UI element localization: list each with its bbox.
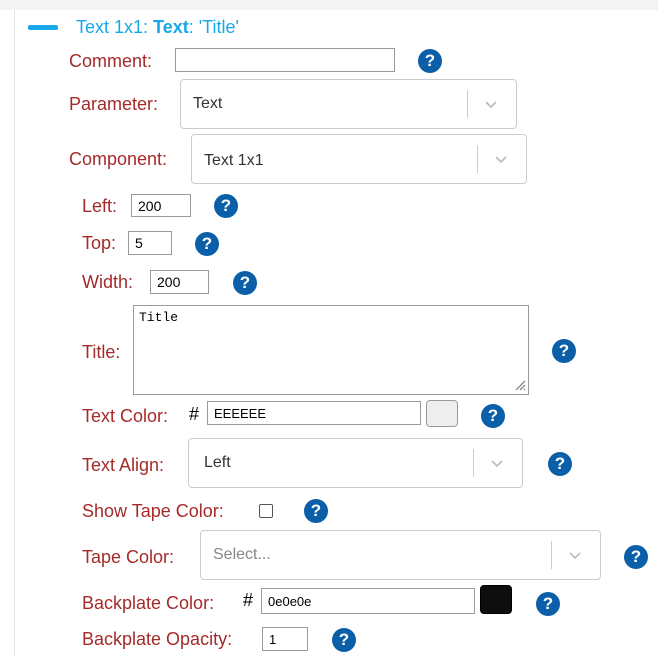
title-label: Title: xyxy=(82,342,121,362)
left-help-icon[interactable]: ? xyxy=(214,194,238,218)
text-color-swatch[interactable] xyxy=(426,400,458,427)
select-separator xyxy=(467,90,468,118)
title-textarea[interactable]: Title xyxy=(133,305,529,395)
top-help-icon[interactable]: ? xyxy=(195,232,219,256)
text-align-value: Left xyxy=(204,454,231,471)
tape-color-placeholder: Select... xyxy=(213,546,271,563)
parameter-label: Parameter: xyxy=(69,94,159,114)
show-tape-color-label: Show Tape Color: xyxy=(82,501,224,521)
tape-color-select[interactable]: Select... xyxy=(200,530,601,580)
backplate-color-label: Backplate Color: xyxy=(82,593,215,613)
tape-color-help-icon[interactable]: ? xyxy=(624,545,648,569)
top-strip xyxy=(0,0,658,10)
collapse-icon[interactable] xyxy=(28,24,58,30)
comment-input[interactable] xyxy=(175,48,395,72)
text-color-label: Text Color: xyxy=(82,406,169,426)
select-separator xyxy=(473,449,474,477)
chevron-down-icon[interactable] xyxy=(489,455,505,471)
section-header[interactable]: Text 1x1: Text: 'Title' xyxy=(28,16,239,38)
backplate-opacity-help-icon[interactable]: ? xyxy=(332,628,356,652)
top-input[interactable] xyxy=(128,231,172,255)
backplate-opacity-label: Backplate Opacity: xyxy=(82,629,233,649)
component-value: Text 1x1 xyxy=(204,152,264,169)
width-input[interactable] xyxy=(150,270,209,294)
text-align-label: Text Align: xyxy=(82,455,165,475)
left-label: Left: xyxy=(82,196,118,216)
component-select[interactable]: Text 1x1 xyxy=(191,134,527,184)
comment-help-icon[interactable]: ? xyxy=(418,49,442,73)
chevron-down-icon[interactable] xyxy=(483,96,499,112)
resize-handle-icon[interactable] xyxy=(513,378,527,392)
show-tape-color-checkbox[interactable] xyxy=(259,504,273,518)
parameter-value: Text xyxy=(193,95,223,112)
text-color-hash: # xyxy=(189,404,200,424)
comment-label: Comment: xyxy=(69,51,153,71)
backplate-opacity-input[interactable] xyxy=(262,627,308,651)
tape-color-label: Tape Color: xyxy=(82,547,175,567)
show-tape-color-help-icon[interactable]: ? xyxy=(304,499,328,523)
backplate-color-hash: # xyxy=(243,590,254,610)
width-label: Width: xyxy=(82,272,134,292)
text-align-help-icon[interactable]: ? xyxy=(548,452,572,476)
select-separator xyxy=(477,145,478,173)
panel-border xyxy=(14,10,15,656)
backplate-color-input[interactable] xyxy=(261,588,475,614)
backplate-color-swatch[interactable] xyxy=(480,585,512,614)
parameter-select[interactable]: Text xyxy=(180,79,517,129)
title-help-icon[interactable]: ? xyxy=(552,339,576,363)
left-input[interactable] xyxy=(131,194,191,217)
header-title: Text 1x1: Text: 'Title' xyxy=(76,17,239,37)
component-label: Component: xyxy=(69,149,168,169)
top-label: Top: xyxy=(82,233,117,253)
select-separator xyxy=(551,541,552,569)
chevron-down-icon[interactable] xyxy=(567,547,583,563)
text-align-select[interactable]: Left xyxy=(188,438,523,488)
backplate-color-help-icon[interactable]: ? xyxy=(536,592,560,616)
text-color-help-icon[interactable]: ? xyxy=(481,404,505,428)
text-color-input[interactable] xyxy=(207,401,421,425)
width-help-icon[interactable]: ? xyxy=(233,271,257,295)
chevron-down-icon[interactable] xyxy=(493,151,509,167)
